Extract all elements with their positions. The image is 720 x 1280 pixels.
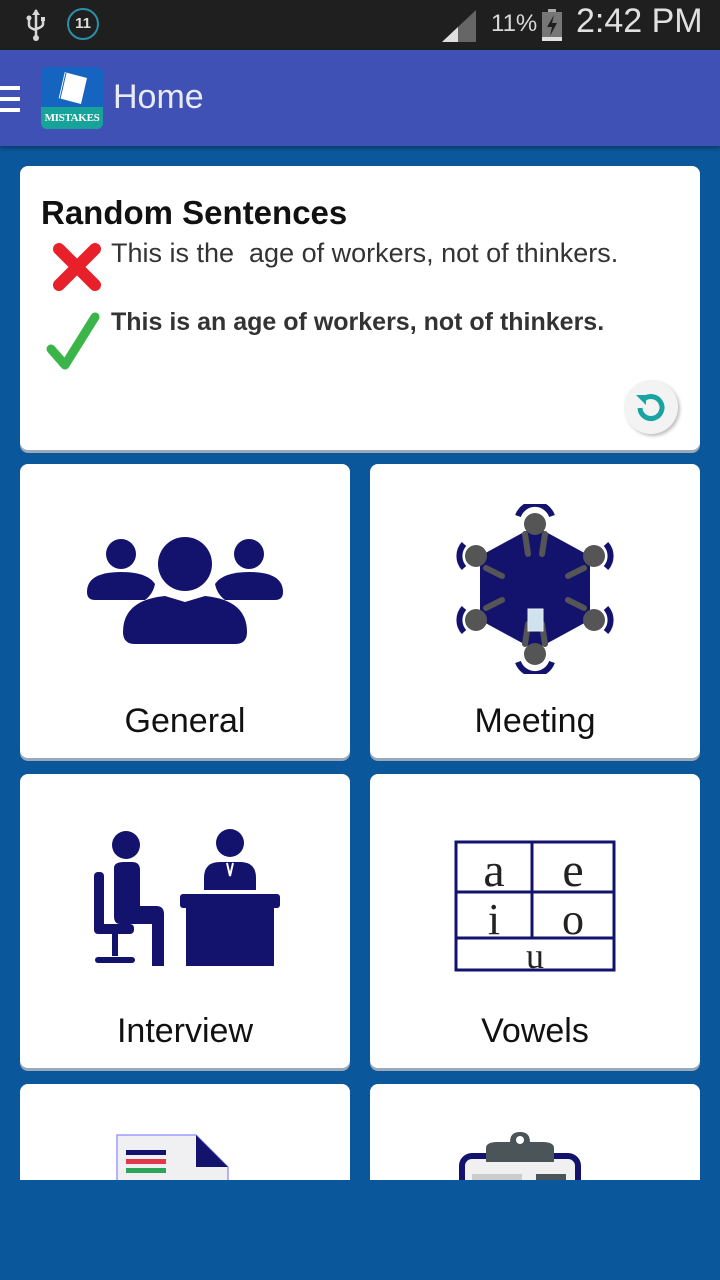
category-label: Interview [116,1012,254,1050]
interview-icon [94,829,280,966]
clipboard-icon [459,1132,581,1180]
refresh-button[interactable] [624,380,678,434]
refresh-icon [636,394,665,422]
category-label: Vowels [481,1012,589,1050]
vowel-u: u [526,936,544,974]
category-tile-interview[interactable]: Interview [20,774,350,1068]
vowels-grid-icon: a e i o u [454,840,616,974]
category-tile-document[interactable] [20,1084,350,1180]
notification-count-icon: 11 [67,8,99,40]
signal-icon [442,10,476,42]
correct-sentence: This is an age of workers, not of thinke… [111,308,605,336]
vowel-o: o [562,895,584,944]
category-label: General [124,702,246,740]
cross-icon [53,243,101,291]
hamburger-menu-icon[interactable] [0,86,20,112]
category-tile-meeting[interactable]: Meeting [370,464,700,758]
document-icon [116,1134,229,1180]
random-sentences-title: Random Sentences [41,194,348,231]
category-tile-vowels[interactable]: a e i o u Vowels [370,774,700,1068]
wrong-sentence: This is the age of workers, not of think… [111,238,619,268]
vowel-i: i [488,895,500,944]
battery-percent: 11% [491,10,538,37]
vowel-a: a [483,844,504,897]
usb-icon [26,9,45,41]
meeting-table-icon [456,504,614,674]
notebook-icon [57,71,87,104]
group-icon [87,537,283,644]
category-tile-clipboard[interactable] [370,1084,700,1180]
battery-charging-icon [542,9,562,41]
page-title: Home [113,78,204,116]
logo-text: MISTAKES [41,107,103,129]
vowel-e: e [562,844,583,897]
app-logo[interactable]: MISTAKES [41,67,103,129]
clock: 2:42 PM [576,2,703,40]
status-bar: 11 11% 2:42 PM [0,0,720,50]
check-icon [46,312,100,370]
category-tile-general[interactable]: General [20,464,350,758]
random-sentences-card: Random Sentences This is the age of work… [20,166,700,450]
category-label: Meeting [474,702,596,740]
app-bar [0,50,720,146]
